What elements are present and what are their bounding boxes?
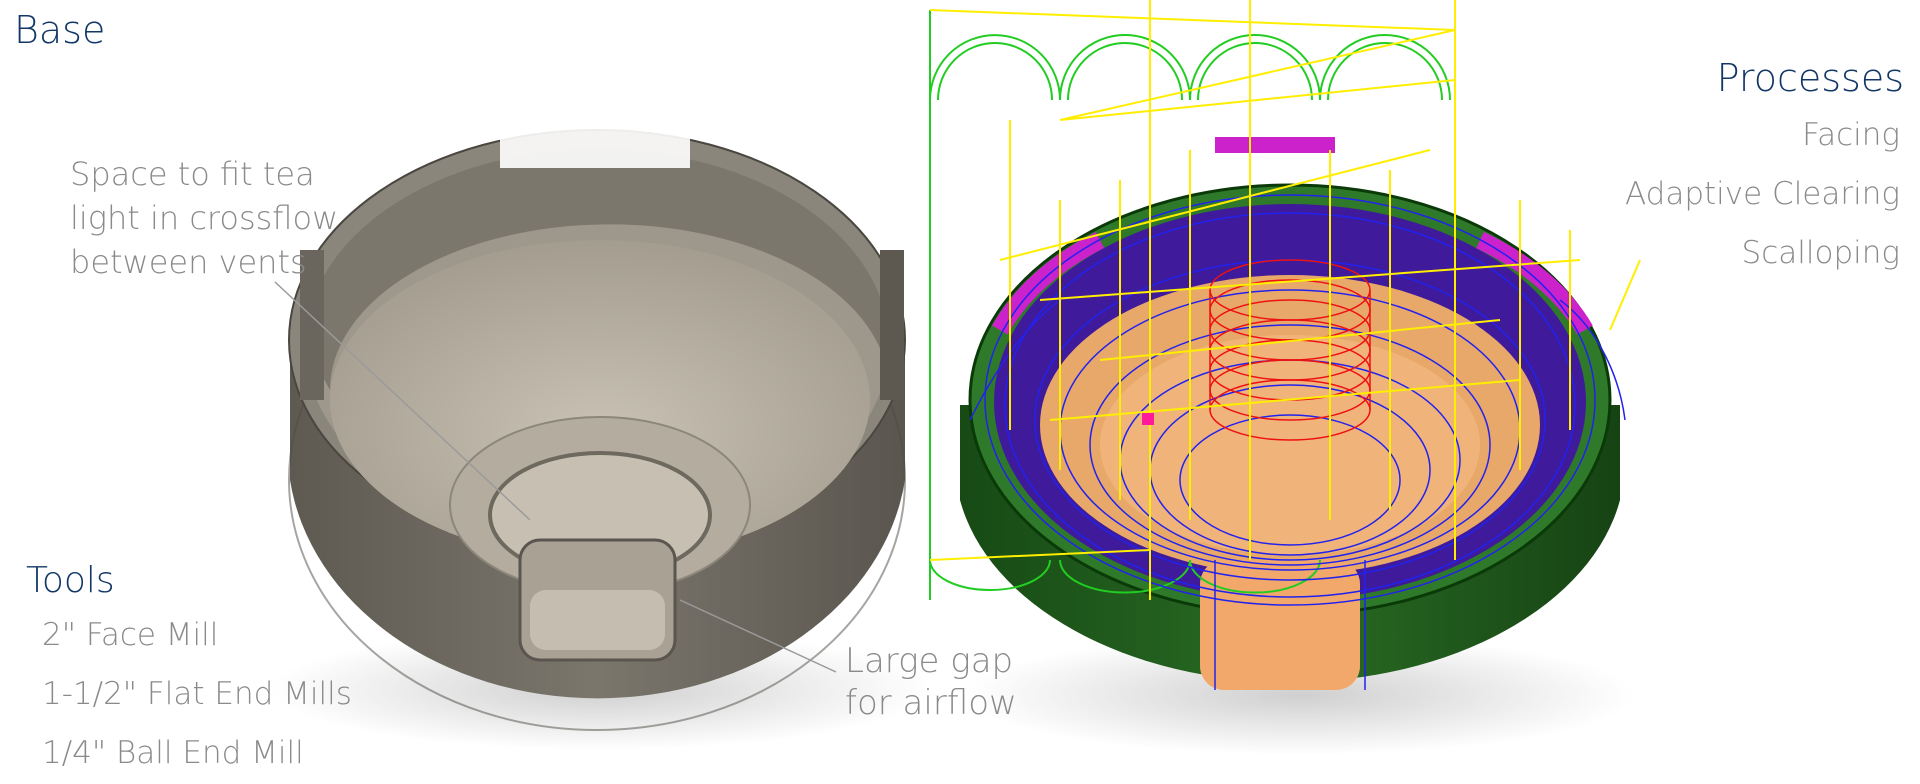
tea-light-callout: Space to fit tea light in crossflow betw… (70, 155, 339, 281)
toolpath-start-marker (1142, 413, 1154, 425)
process-item: Facing (1802, 117, 1900, 153)
tool-item: 2" Face Mill (42, 617, 219, 653)
tools-heading: Tools (26, 560, 115, 601)
cam-toolpath-view (929, 0, 1641, 755)
airflow-callout-line2: for airflow (845, 683, 1017, 723)
tool-item: 1/4" Ball End Mill (42, 735, 304, 771)
processes-heading: Processes (1716, 56, 1904, 100)
tool-item: 1-1/2" Flat End Mills (42, 676, 352, 712)
airflow-callout: Large gap for airflow (845, 640, 1017, 724)
airflow-callout-line1: Large gap (845, 641, 1014, 681)
model-vent-notch (500, 128, 690, 168)
page-title: Base (14, 8, 106, 52)
process-item: Scalloping (1741, 235, 1900, 271)
process-item: Adaptive Clearing (1625, 176, 1900, 212)
